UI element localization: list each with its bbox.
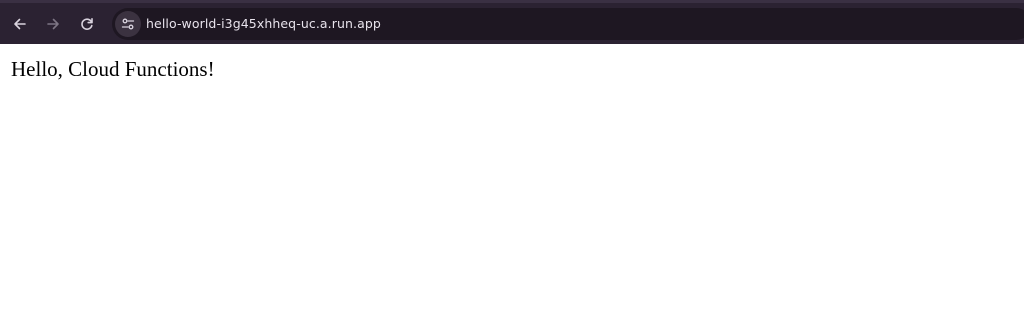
page-content: Hello, Cloud Functions!: [0, 44, 1024, 334]
tune-icon: [121, 18, 135, 30]
arrow-left-icon: [14, 18, 26, 30]
address-bar[interactable]: hello-world-i3g45xhheq-uc.a.run.app: [112, 8, 1024, 40]
reload-icon: [81, 18, 93, 30]
url-text[interactable]: hello-world-i3g45xhheq-uc.a.run.app: [146, 16, 381, 31]
greeting-text: Hello, Cloud Functions!: [11, 57, 215, 81]
site-info-button[interactable]: [115, 11, 141, 37]
arrow-right-icon: [47, 18, 59, 30]
back-button[interactable]: [7, 11, 33, 37]
browser-toolbar: hello-world-i3g45xhheq-uc.a.run.app: [0, 0, 1024, 44]
forward-button[interactable]: [40, 11, 66, 37]
reload-button[interactable]: [74, 11, 100, 37]
